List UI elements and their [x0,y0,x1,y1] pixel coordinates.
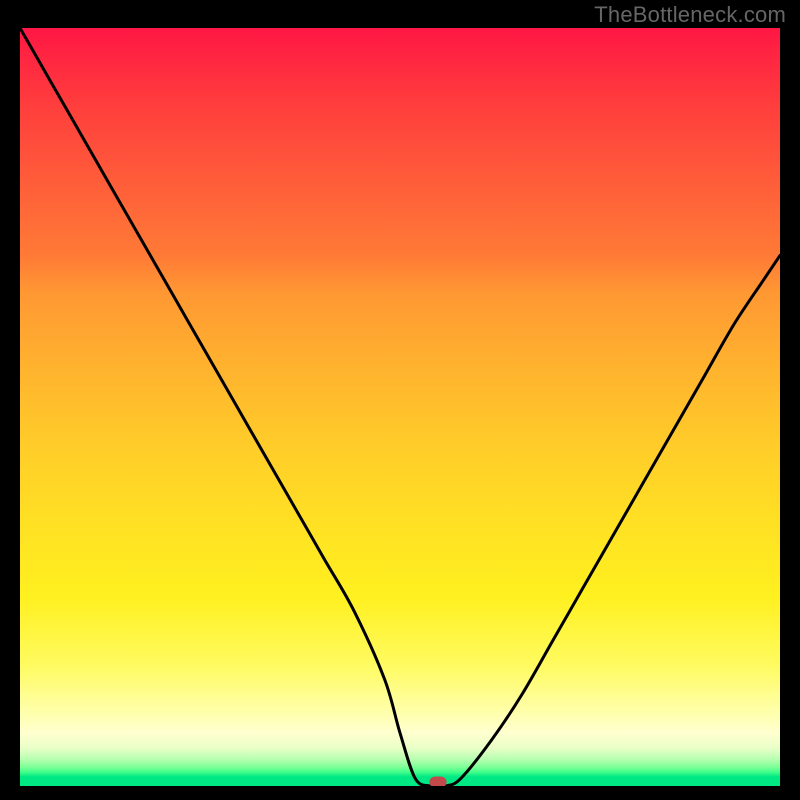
watermark-text: TheBottleneck.com [594,2,786,28]
plot-area [20,28,780,786]
minimum-marker [430,777,447,786]
curve-svg [20,28,780,786]
chart-frame: TheBottleneck.com [0,0,800,800]
bottleneck-curve [20,28,780,786]
